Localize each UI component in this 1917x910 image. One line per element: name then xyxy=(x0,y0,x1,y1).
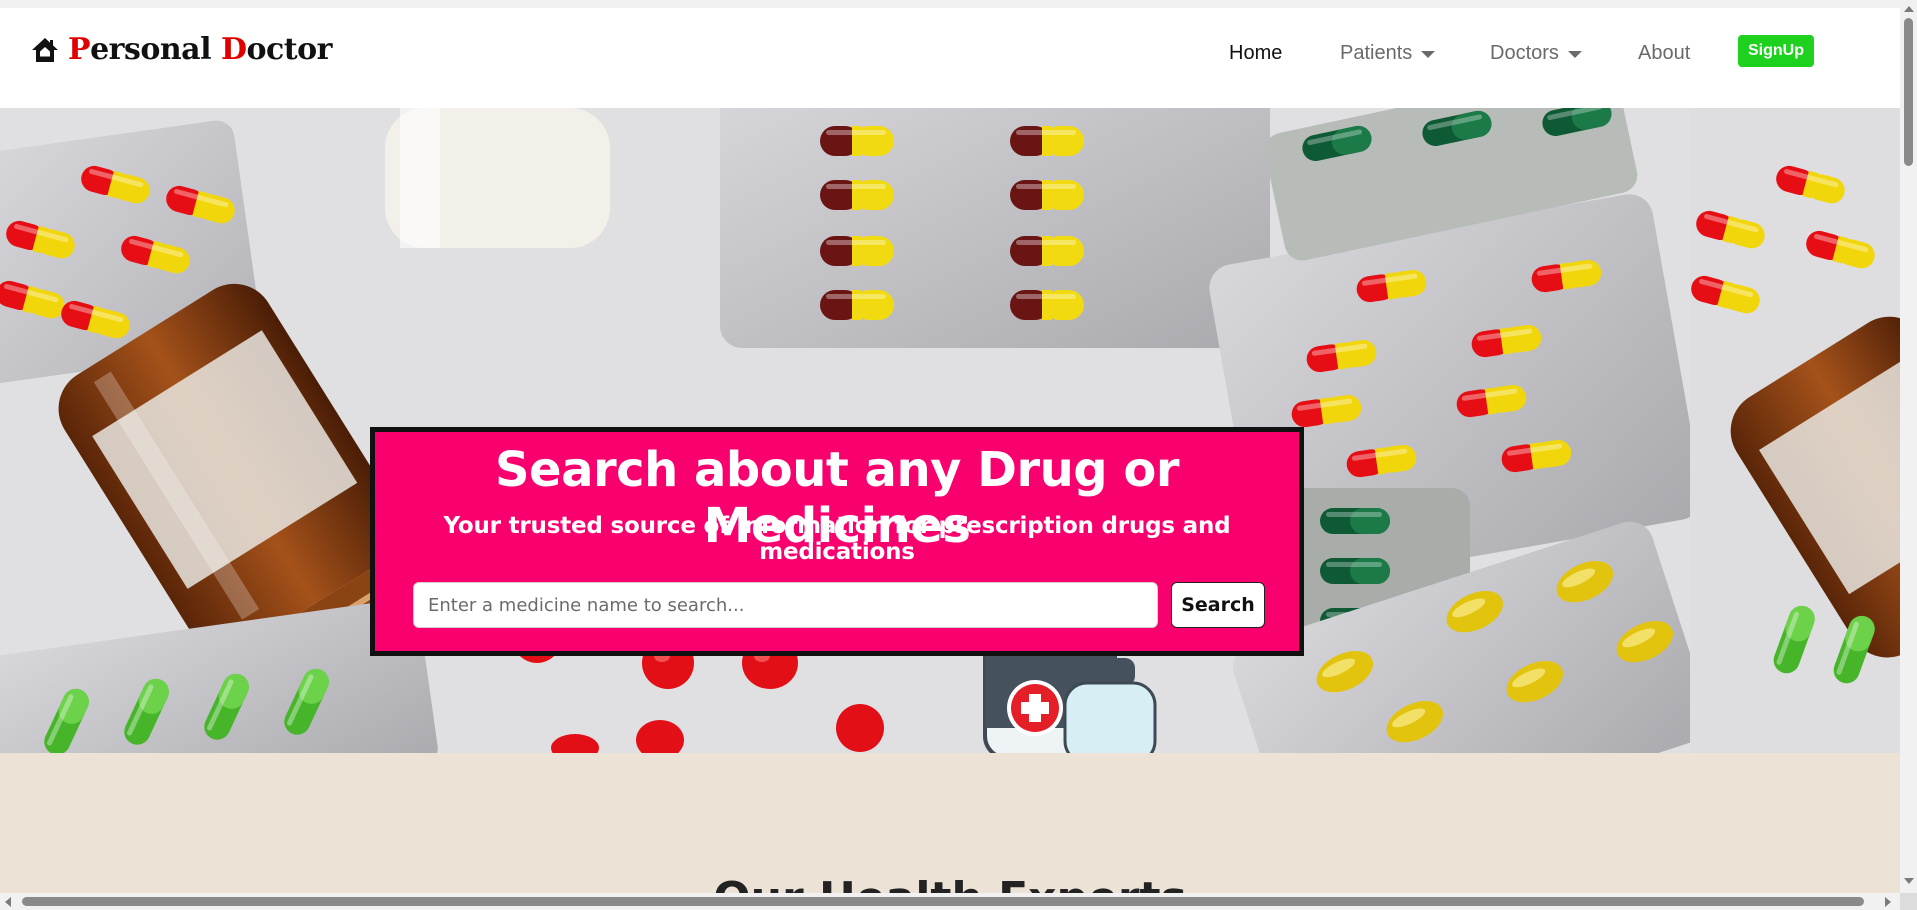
nav-home-link[interactable]: Home xyxy=(1229,42,1282,65)
horizontal-scrollbar[interactable] xyxy=(0,893,1917,910)
vertical-scrollbar[interactable] xyxy=(1900,0,1917,893)
navbar: Personal Doctor Home Patients Doctors Ab… xyxy=(0,8,1900,98)
section-heading: Our Health Experts xyxy=(0,873,1900,893)
scrollbar-corner xyxy=(1900,893,1917,910)
nav-about-link[interactable]: About xyxy=(1638,42,1690,65)
hero-section: Search about any Drug or Medicines Your … xyxy=(0,108,1900,753)
nav-patients-label: Patients xyxy=(1340,42,1413,64)
scroll-down-arrow-icon[interactable] xyxy=(1904,878,1914,884)
nav-links: Home Patients Doctors About xyxy=(0,42,1900,82)
caret-down-icon xyxy=(1567,51,1582,58)
caret-down-icon xyxy=(1421,51,1436,58)
scroll-right-arrow-icon[interactable] xyxy=(1885,897,1891,907)
page: Personal Doctor Home Patients Doctors Ab… xyxy=(0,0,1900,893)
nav-doctors-label: Doctors xyxy=(1490,42,1559,64)
signup-button[interactable]: SignUp xyxy=(1738,35,1814,67)
nav-patients-dropdown[interactable]: Patients xyxy=(1340,42,1436,65)
medicine-search-input[interactable] xyxy=(413,582,1158,628)
horizontal-scroll-thumb[interactable] xyxy=(22,897,1864,906)
search-panel: Search about any Drug or Medicines Your … xyxy=(370,427,1304,656)
hero-subtitle: Your trusted source of information for p… xyxy=(443,513,1231,565)
top-strip xyxy=(0,0,1900,8)
vertical-scroll-thumb[interactable] xyxy=(1904,18,1913,166)
scroll-left-arrow-icon[interactable] xyxy=(5,897,11,907)
health-experts-section: Our Health Experts xyxy=(0,753,1900,893)
search-button[interactable]: Search xyxy=(1171,582,1265,628)
nav-doctors-dropdown[interactable]: Doctors xyxy=(1490,42,1582,65)
scroll-up-arrow-icon[interactable] xyxy=(1904,6,1914,12)
